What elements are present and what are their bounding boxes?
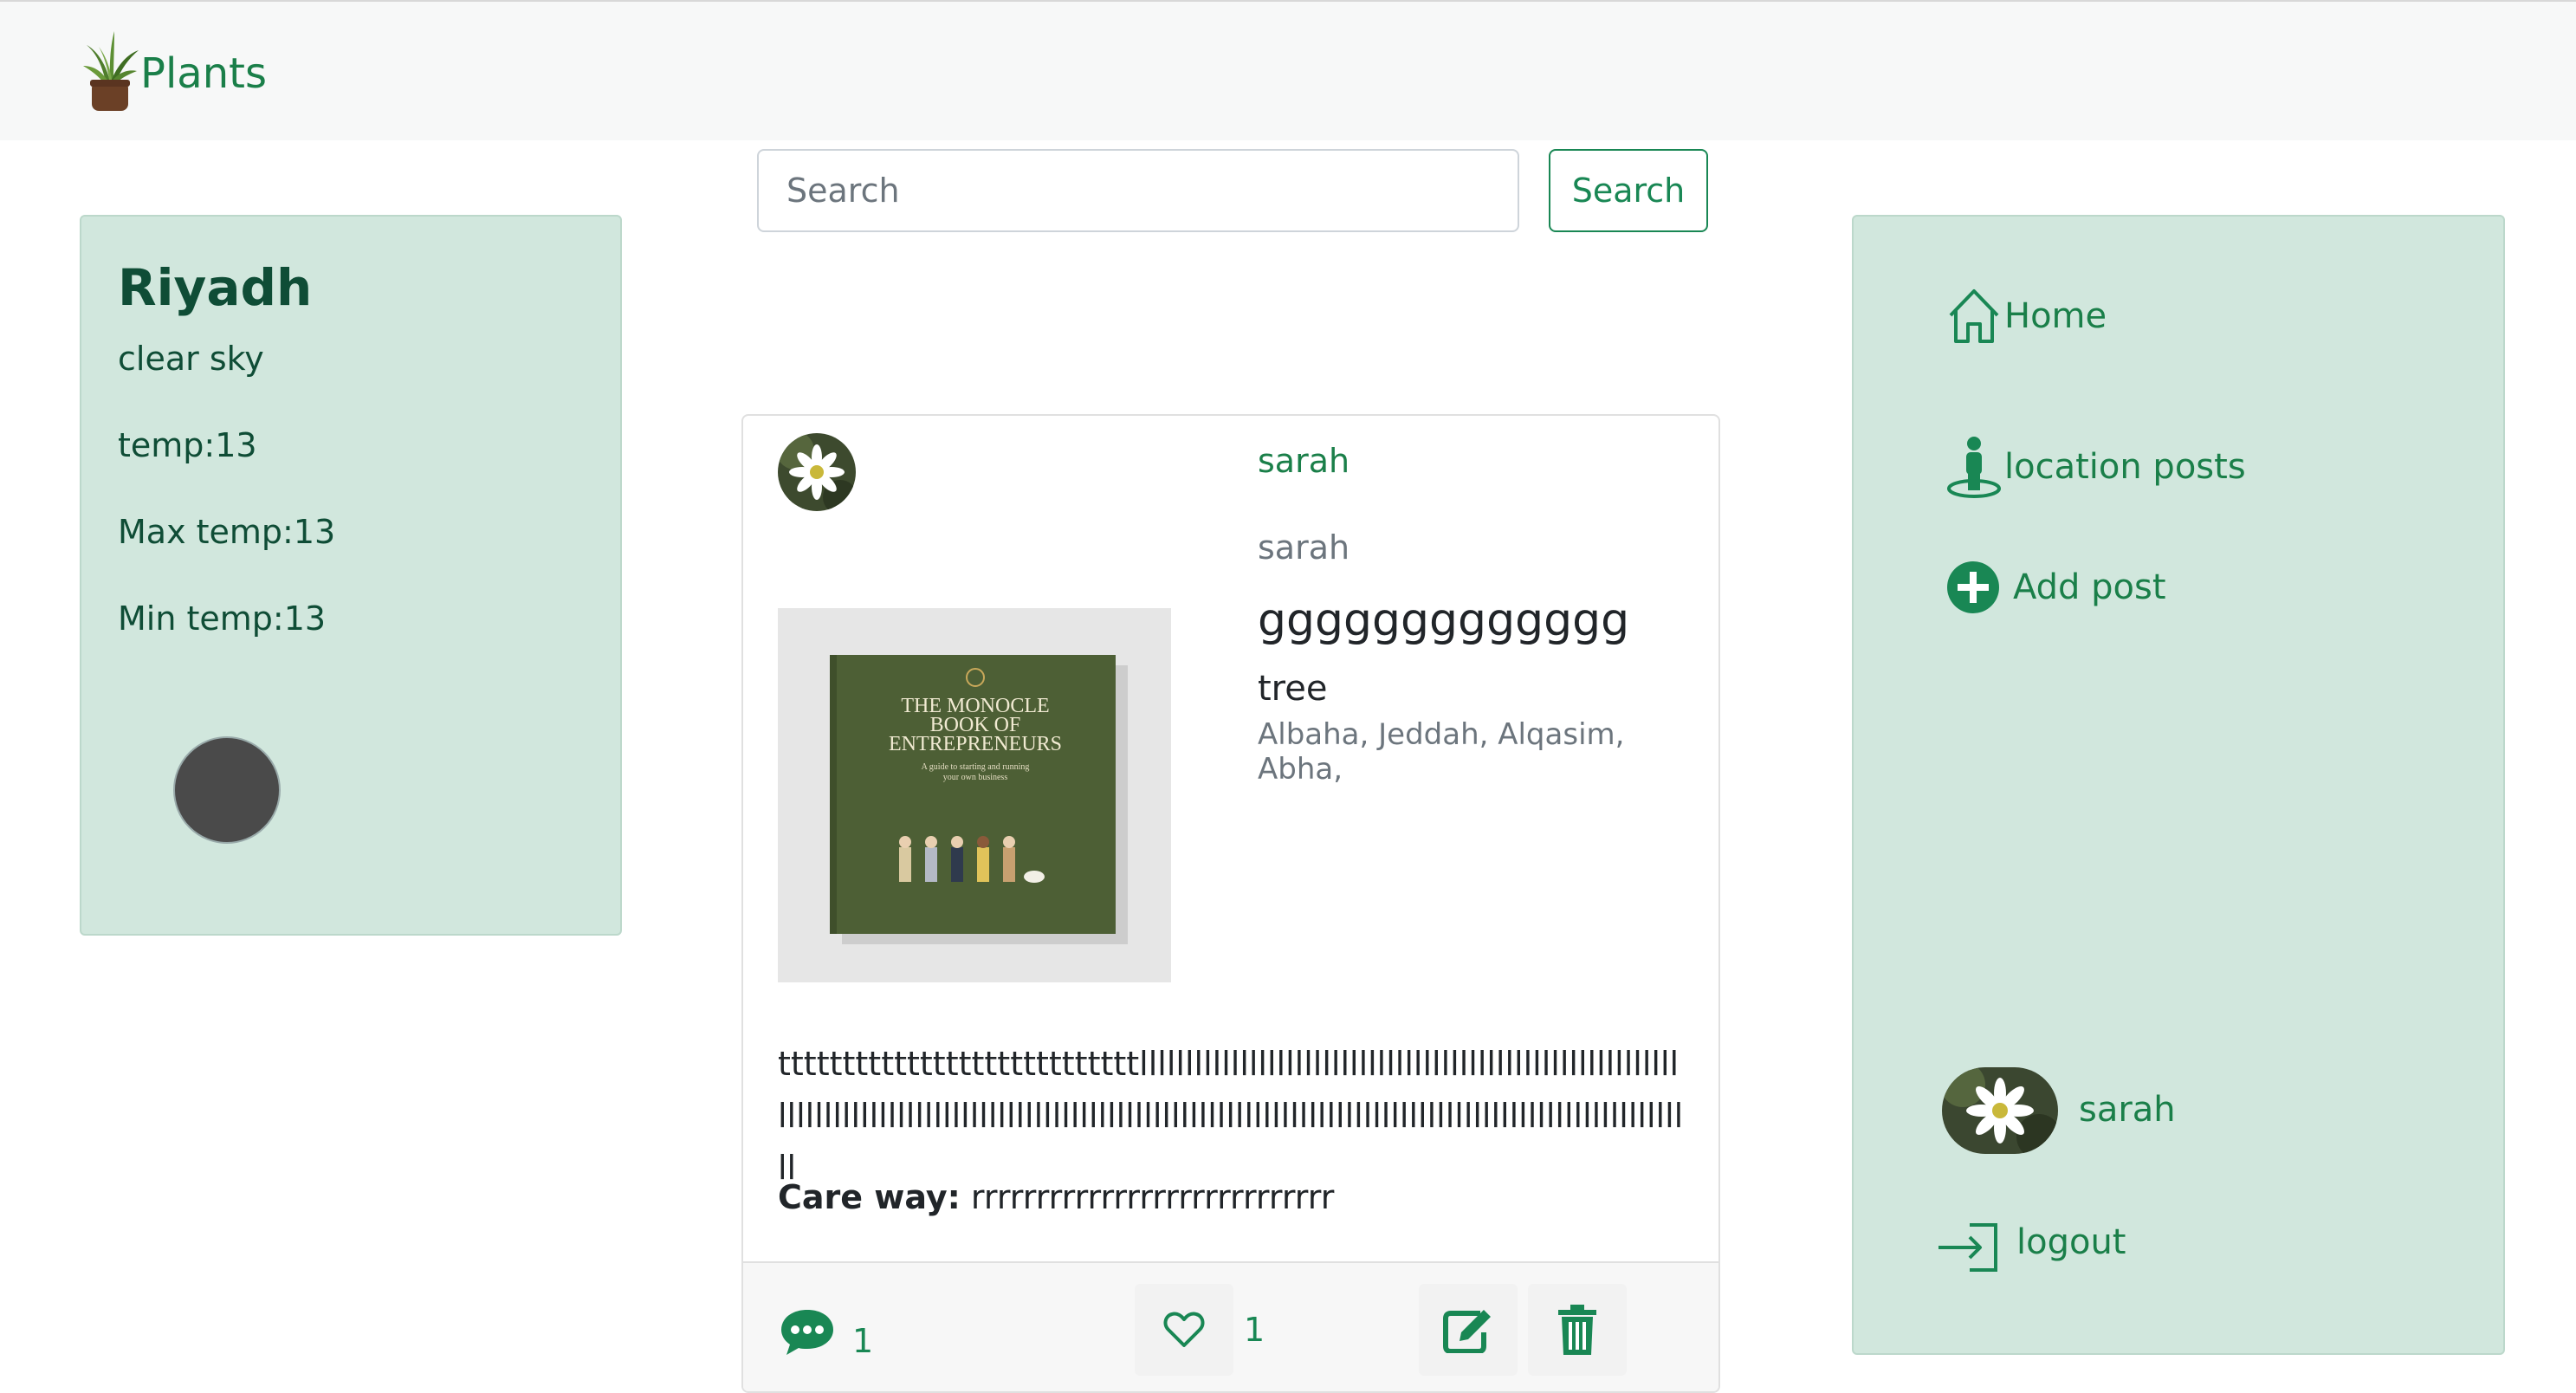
delete-icon-box [1528,1284,1627,1376]
edit-icon-box [1419,1284,1518,1376]
search-placeholder: Search [786,172,900,210]
search-input[interactable]: Search [757,149,1519,232]
like-icon-box [1135,1284,1233,1376]
like-button[interactable]: 1 [1135,1284,1265,1376]
weather-card: Riyadh clear sky temp:13 Max temp:13 Min… [80,215,622,936]
weather-min-temp: Min temp:13 [118,599,327,638]
brand-link[interactable]: Plants [80,28,267,114]
delete-button[interactable] [1528,1284,1627,1376]
book-subtitle-line-2: your own business [943,773,1008,782]
like-count: 1 [1244,1311,1265,1349]
logout-icon [1938,1223,1997,1272]
post-image: THE MONOCLE BOOK OF ENTREPRENEURS A guid… [778,608,1171,982]
comment-count: 1 [852,1322,874,1360]
care-value: rrrrrrrrrrrrrrrrrrrrrrrrrrrr [970,1178,1335,1216]
edit-button[interactable] [1419,1284,1518,1376]
plus-circle-icon [1947,561,1999,613]
care-way: Care way: rrrrrrrrrrrrrrrrrrrrrrrrrrrr [778,1178,1334,1216]
nav-logout[interactable]: logout [1935,1221,2126,1273]
author-name: sarah [1258,528,1350,567]
book-title-line-3: ENTREPRENEURS [889,733,1062,755]
flower-avatar-image [1942,1067,2058,1154]
nav-add-post-label: Add post [2013,567,2166,607]
house-icon [1949,289,1999,343]
weather-temp: temp:13 [118,426,257,464]
weather-icon [173,736,281,844]
brand-name: Plants [140,49,267,98]
profile-avatar[interactable] [1942,1067,2058,1154]
trash-icon [1558,1305,1596,1355]
nav-location-posts[interactable]: location posts [1945,435,2246,499]
author-link[interactable]: sarah [1258,442,1349,480]
post-card: sarah sarah THE MONOCLE BOOK OF ENTREPRE… [741,414,1720,1393]
heart-icon [1163,1312,1205,1347]
care-label: Care way: [778,1178,961,1216]
post-footer: 1 1 [743,1261,1718,1391]
edit-icon [1443,1310,1491,1353]
profile-name[interactable]: sarah [2079,1090,2176,1130]
nav-home[interactable]: Home [1945,286,2107,347]
post-type: tree [1258,669,1328,709]
weather-max-temp: Max temp:13 [118,513,336,551]
weather-city: Riyadh [118,258,313,317]
right-sidebar: Home location posts Add post sarah logou… [1852,215,2505,1355]
post-description: ttttttttttttttttttttttttttttllllllllllll… [778,1045,1684,1187]
author-avatar[interactable] [778,433,856,511]
nav-home-label: Home [2004,296,2107,336]
comment-button[interactable]: 1 [778,1305,873,1360]
person-location-icon [1947,437,2001,498]
search-button[interactable]: Search [1549,149,1708,232]
nav-location-posts-label: location posts [2004,447,2246,487]
post-title: ggggggggggggg [1258,594,1630,646]
nav-logout-label: logout [2016,1222,2126,1262]
weather-description: clear sky [118,340,264,378]
book-subtitle-line-1: A guide to starting and running [922,762,1030,772]
nav-add-post[interactable]: Add post [1945,560,2166,615]
navbar: Plants [0,0,2576,140]
post-locations: Albaha, Jeddah, Alqasim, Abha, [1258,717,1625,787]
flower-avatar-image [778,433,856,511]
potted-plant-icon [83,31,139,111]
comment-dots-icon [781,1310,833,1355]
